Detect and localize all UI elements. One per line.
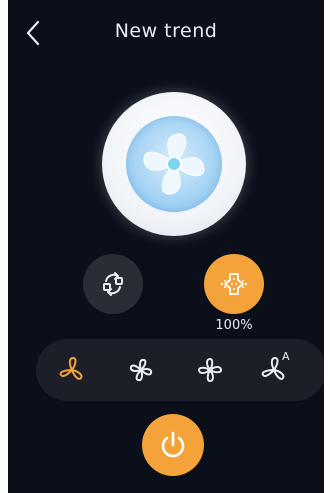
purifier-icon: [220, 273, 248, 295]
power-button[interactable]: [142, 414, 204, 476]
fan-display: [102, 92, 246, 236]
mode-auto-button[interactable]: A: [258, 350, 294, 388]
power-icon: [161, 431, 185, 458]
header: New trend: [8, 0, 324, 66]
auto-mode-label: A: [282, 350, 290, 363]
purify-button[interactable]: [204, 254, 264, 314]
swing-button[interactable]: [83, 254, 143, 314]
oscillation-icon: [103, 272, 123, 296]
app-screen: New trend 100% A: [8, 0, 324, 493]
fan-mode-natural-icon: [129, 358, 153, 382]
mode-normal-button[interactable]: [54, 352, 90, 388]
page-title: New trend: [114, 20, 218, 42]
purify-level-label: 100%: [215, 318, 253, 333]
fan-mode-sleep-icon: [198, 358, 222, 382]
mode-selector: A: [36, 339, 324, 401]
fan-blade-icon: [143, 133, 205, 195]
fan-dial: [126, 116, 222, 212]
fan-mode-normal-icon: [59, 357, 83, 380]
mode-sleep-button[interactable]: [192, 352, 228, 388]
mode-natural-button[interactable]: [123, 352, 159, 388]
